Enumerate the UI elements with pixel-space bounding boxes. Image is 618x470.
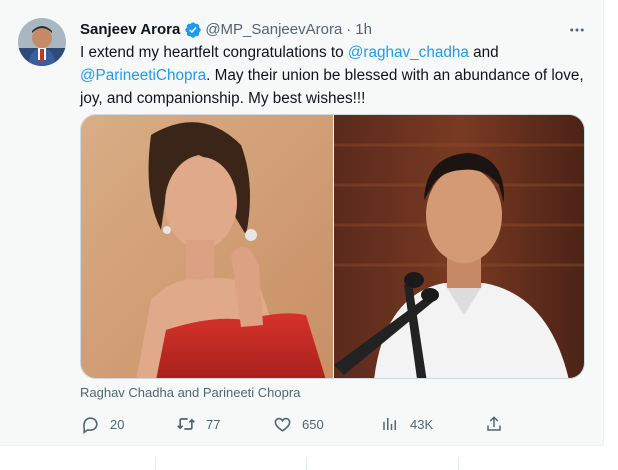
retweet-icon xyxy=(176,414,196,434)
tweet-text-part: . May their union be blessed with an abu… xyxy=(206,67,584,84)
separator-dot: · xyxy=(346,21,352,38)
tweet-text-part: I extend my heartfelt congratulations to xyxy=(80,44,348,61)
more-options-button[interactable] xyxy=(566,20,588,40)
media-photo-left[interactable] xyxy=(81,115,333,378)
reply-button[interactable]: 20 xyxy=(80,414,124,434)
divider xyxy=(458,457,459,470)
mention-link[interactable]: @ParineetiChopra xyxy=(80,67,206,84)
author-name[interactable]: Sanjeev Arora xyxy=(80,20,180,40)
mention-link[interactable]: @raghav_chadha xyxy=(348,44,469,61)
more-horizontal-icon xyxy=(570,28,584,32)
timestamp[interactable]: 1h xyxy=(355,20,372,40)
tweet-actions-bar: 20 77 650 43K xyxy=(80,414,510,434)
retweet-button[interactable]: 77 xyxy=(176,414,220,434)
retweet-count: 77 xyxy=(206,416,221,432)
analytics-icon xyxy=(380,414,400,434)
media-photo-right[interactable] xyxy=(334,115,584,378)
tweet-text-part: and xyxy=(468,44,499,61)
media-caption: Raghav Chadha and Parineeti Chopra xyxy=(80,385,301,400)
tweet-text: I extend my heartfelt congratulations to… xyxy=(80,41,590,110)
next-tweet-edge xyxy=(0,447,618,470)
reply-icon xyxy=(80,414,100,434)
share-icon xyxy=(484,414,504,434)
verified-badge-icon xyxy=(184,21,202,39)
avatar[interactable] xyxy=(18,18,66,66)
tweet-card[interactable]: Sanjeev Arora @MP_SanjeevArora · 1h I ex… xyxy=(0,0,604,446)
reply-count: 20 xyxy=(110,416,125,432)
tweet-text-part: joy, and companionship. My best wishes!!… xyxy=(80,90,366,107)
like-button[interactable]: 650 xyxy=(272,414,324,434)
divider xyxy=(306,457,307,470)
tweet-header: Sanjeev Arora @MP_SanjeevArora · 1h xyxy=(80,20,372,40)
divider xyxy=(155,457,156,470)
views-button[interactable]: 43K xyxy=(380,414,433,434)
like-count: 650 xyxy=(302,416,324,432)
views-count: 43K xyxy=(410,416,434,432)
tweet-media[interactable] xyxy=(80,114,585,379)
author-handle[interactable]: @MP_SanjeevArora xyxy=(205,20,342,40)
heart-icon xyxy=(272,414,292,434)
share-button[interactable] xyxy=(484,414,504,434)
